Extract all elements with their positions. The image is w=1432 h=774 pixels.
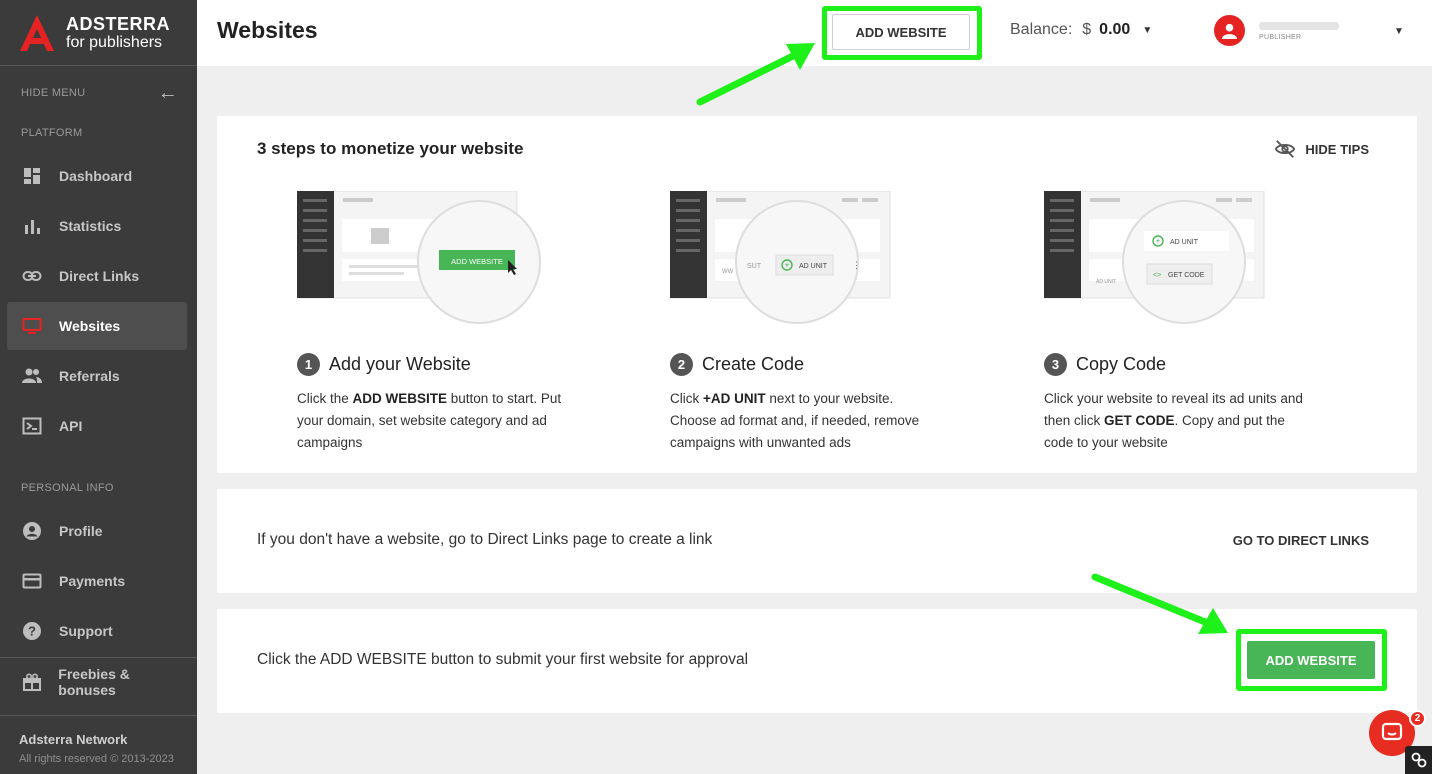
step-1-illustration: ADD WEBSITE	[296, 190, 547, 326]
logo[interactable]: ADSTERRA for publishers	[0, 0, 197, 66]
svg-text:<>: <>	[1153, 272, 1161, 279]
balance-label: Balance:	[1010, 21, 1073, 38]
hide-tips-label: HIDE TIPS	[1305, 141, 1369, 157]
step-number: 2	[670, 353, 693, 376]
top-header: Websites ADD WEBSITE Balance: $ 0.00 ▼ P…	[197, 0, 1432, 66]
user-name-redacted	[1259, 22, 1339, 30]
illus-ad-unit-label: AD UNIT	[799, 263, 828, 270]
caret-down-icon: ▼	[1142, 24, 1153, 36]
step-number: 3	[1044, 353, 1067, 376]
sidebar: ADSTERRA for publishers HIDE MENU ← PLAT…	[0, 0, 197, 774]
add-website-header-button[interactable]: ADD WEBSITE	[832, 14, 970, 50]
tips-card: 3 steps to monetize your website HIDE TI…	[217, 116, 1417, 473]
submit-website-text: Click the ADD WEBSITE button to submit y…	[257, 651, 749, 668]
caret-down-icon[interactable]: ▼	[1394, 26, 1404, 37]
illus-add-website-label: ADD WEBSITE	[451, 257, 503, 266]
step-2: WW + AD UNIT SUT ⋮ 2 Create Code Click +…	[669, 190, 970, 454]
avatar[interactable]	[1214, 15, 1245, 46]
step-description: Click the ADD WEBSITE button to start. P…	[297, 391, 562, 450]
copyright: All rights reserved © 2013-2023	[19, 753, 174, 765]
personal-info-section-label: PERSONAL INFO	[21, 482, 114, 494]
step-description: Click +AD UNIT next to your website. Cho…	[670, 391, 920, 450]
network-name: Adsterra Network	[19, 732, 128, 747]
svg-text:AD UNIT: AD UNIT	[1096, 279, 1116, 285]
step-title: Copy Code	[1076, 354, 1167, 374]
sidebar-item-statistics[interactable]: Statistics	[7, 202, 187, 250]
link-icon	[21, 265, 43, 287]
illus-get-code-label: GET CODE	[1168, 272, 1205, 279]
card-icon	[21, 570, 43, 592]
sidebar-item-label: Freebies & bonuses	[58, 666, 130, 698]
user-role: PUBLISHER	[1259, 34, 1302, 41]
page-title: Websites	[217, 17, 318, 43]
svg-text:+: +	[1156, 237, 1161, 246]
chat-notification-badge: 2	[1409, 710, 1426, 727]
user-menu[interactable]: PUBLISHER	[1259, 22, 1339, 41]
currency-symbol: $	[1082, 21, 1092, 38]
tips-title: 3 steps to monetize your website	[257, 139, 524, 158]
link-tool-icon[interactable]	[1405, 746, 1432, 774]
platform-section-label: PLATFORM	[21, 127, 83, 139]
sidebar-item-label: Payments	[59, 573, 126, 589]
sidebar-item-label: Statistics	[59, 218, 122, 234]
sidebar-item-label: Profile	[59, 523, 103, 539]
brand-subtitle: for publishers	[66, 33, 163, 51]
illus-ad-unit-label: AD UNIT	[1170, 239, 1199, 246]
sidebar-footer: Adsterra Network All rights reserved © 2…	[0, 715, 197, 774]
sidebar-item-profile[interactable]: Profile	[7, 507, 187, 555]
svg-text:WW: WW	[722, 269, 734, 275]
sidebar-item-direct-links[interactable]: Direct Links	[7, 252, 187, 300]
sidebar-item-label: Websites	[59, 318, 121, 334]
sidebar-item-payments[interactable]: Payments	[7, 557, 187, 605]
svg-text:+: +	[785, 261, 790, 270]
step-number: 1	[297, 353, 320, 376]
step-description: Click your website to reveal its ad unit…	[1044, 391, 1303, 450]
help-icon: ?	[21, 620, 43, 642]
sidebar-item-label: Dashboard	[59, 168, 133, 184]
account-icon	[21, 520, 43, 542]
balance-value: 0.00	[1099, 21, 1131, 38]
sidebar-item-websites[interactable]: Websites	[7, 302, 187, 350]
user-icon	[1221, 23, 1238, 40]
add-website-button[interactable]: ADD WEBSITE	[1247, 641, 1375, 679]
terminal-icon	[21, 415, 43, 437]
adsterra-logo-icon	[20, 14, 54, 51]
people-icon	[21, 365, 43, 387]
direct-links-text: If you don't have a website, go to Direc…	[257, 531, 713, 548]
hide-tips-button[interactable]: HIDE TIPS	[1274, 138, 1369, 160]
brand-name: ADSTERRA	[66, 13, 171, 34]
go-to-direct-links-button[interactable]: GO TO DIRECT LINKS	[1233, 533, 1369, 548]
sidebar-item-support[interactable]: ? Support	[7, 607, 187, 655]
step-1: ADD WEBSITE 1 Add your Website Click the…	[296, 190, 597, 454]
balance-dropdown[interactable]: Balance: $ 0.00 ▼	[1010, 21, 1152, 39]
dashboard-icon	[21, 165, 43, 187]
eye-off-icon	[1275, 140, 1296, 158]
hide-menu-toggle[interactable]: HIDE MENU ←	[0, 66, 197, 120]
chat-icon	[1381, 722, 1403, 741]
svg-text:⋮: ⋮	[852, 260, 861, 270]
sidebar-item-label: Support	[59, 623, 113, 639]
direct-links-card: If you don't have a website, go to Direc…	[217, 489, 1417, 593]
sidebar-item-dashboard[interactable]: Dashboard	[7, 152, 187, 200]
step-3: AD UNIT + AD UNIT <> GET CODE 3 Copy Cod…	[1043, 190, 1344, 454]
svg-text:?: ?	[28, 624, 36, 639]
hide-menu-label: HIDE MENU	[21, 87, 86, 99]
sidebar-item-label: API	[59, 418, 83, 434]
step-3-illustration: AD UNIT + AD UNIT <> GET CODE	[1043, 190, 1294, 326]
monitor-icon	[21, 315, 43, 337]
gift-icon	[21, 671, 42, 693]
step-title: Create Code	[702, 354, 805, 374]
sidebar-item-api[interactable]: API	[7, 402, 187, 450]
step-2-illustration: WW + AD UNIT SUT ⋮	[669, 190, 920, 326]
sidebar-item-label: Referrals	[59, 368, 120, 384]
step-title: Add your Website	[329, 354, 471, 374]
arrow-left-icon: ←	[157, 81, 178, 104]
svg-text:SUT: SUT	[747, 263, 762, 270]
bar-chart-icon	[21, 215, 43, 237]
sidebar-item-referrals[interactable]: Referrals	[7, 352, 187, 400]
sidebar-item-label: Direct Links	[59, 268, 140, 284]
sidebar-item-freebies[interactable]: Freebies & bonuses	[7, 658, 187, 706]
